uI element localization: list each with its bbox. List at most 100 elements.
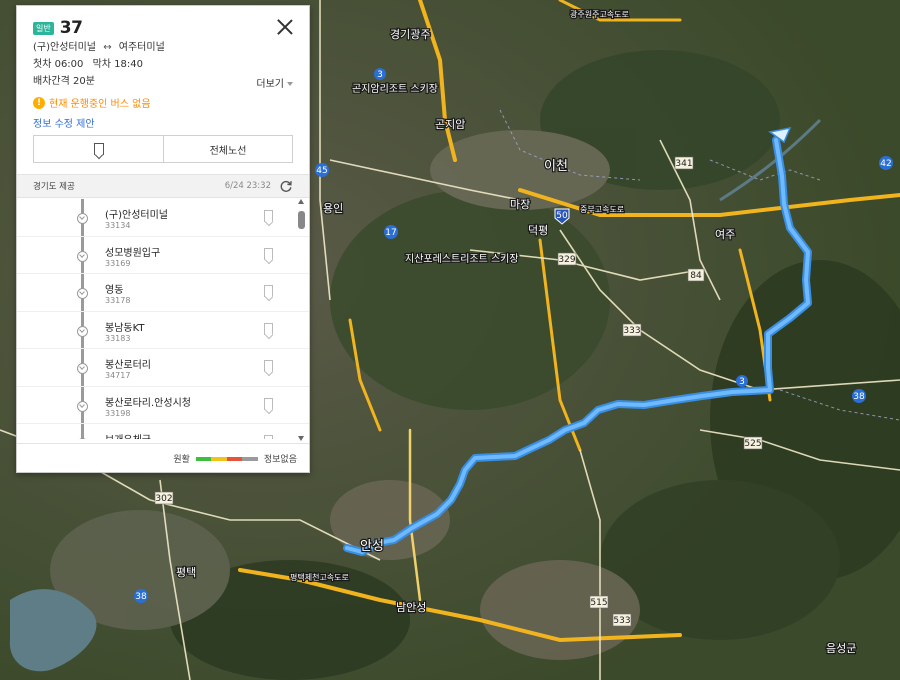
route-type-badge: 일반 <box>33 21 54 35</box>
update-time: 6/24 23:32 <box>224 181 271 191</box>
shield-84: 84 <box>690 271 702 281</box>
label-gonjiam: 곤지암 <box>435 118 465 131</box>
label-yeoju: 여주 <box>715 228 735 241</box>
shield-515: 515 <box>590 598 607 608</box>
shield-38-b: 38 <box>135 592 147 602</box>
warning-text: 현재 운행중인 버스 없음 <box>49 99 151 110</box>
shield-38-a: 38 <box>853 392 865 402</box>
label-icheon: 이천 <box>544 159 568 174</box>
shield-329: 329 <box>558 255 575 265</box>
origin-terminal: (구)안성터미널 <box>33 42 97 53</box>
stop-name: 봉남동KT <box>105 322 145 334</box>
stop-list-scrollbar[interactable] <box>298 199 305 441</box>
stop-item[interactable]: 봉산로타리.안성시청 33198 <box>17 387 309 424</box>
stop-id: 33169 <box>105 258 131 268</box>
stop-id: 33198 <box>105 408 131 418</box>
shield-3-a: 3 <box>377 70 383 80</box>
stop-bookmark-icon[interactable] <box>264 360 273 372</box>
traffic-legend: 원활 정보없음 <box>17 443 309 472</box>
first-bus-time: 첫차 06:00 <box>33 59 84 70</box>
stop-id: 33178 <box>105 296 131 305</box>
shield-533: 533 <box>613 616 630 626</box>
caret-down-icon <box>287 82 293 86</box>
shield-45: 45 <box>316 166 327 176</box>
shield-341: 341 <box>675 159 692 169</box>
bidirectional-arrow-icon: ↔ <box>103 42 112 53</box>
suggest-edit-link[interactable]: 정보 수정 제안 <box>33 115 293 130</box>
stop-name: 영동 <box>105 285 124 296</box>
last-bus-time: 막차 18:40 <box>92 59 143 70</box>
stop-bookmark-icon[interactable] <box>264 322 273 335</box>
legend-smooth-label: 원활 <box>173 455 190 465</box>
legend-swatch <box>226 456 243 461</box>
stop-item[interactable]: 봉남동KT 33183 <box>17 312 309 349</box>
label-pyeongtaek: 평택 <box>176 566 196 579</box>
stop-node-icon <box>77 363 88 374</box>
stop-node-icon <box>77 325 88 337</box>
legend-swatch <box>242 456 258 461</box>
shield-42: 42 <box>880 159 891 169</box>
stop-node-icon <box>77 250 88 262</box>
scroll-down-arrow[interactable] <box>298 436 304 441</box>
shield-3-b: 3 <box>739 377 745 387</box>
label-pyeongtaek-jecheon-exp: 평택제천고속도로 <box>290 572 349 582</box>
stop-id: 34717 <box>105 371 131 380</box>
more-button[interactable]: 더보기 <box>256 75 293 90</box>
label-eumseong: 음성군 <box>826 642 856 655</box>
stop-name: 봉산로타리.안성시청 <box>105 397 191 409</box>
warning-icon: ! <box>33 96 45 109</box>
bookmark-button[interactable] <box>34 136 164 162</box>
stop-list[interactable]: (구)안성터미널 33134 성모병원입구 33169 영동 33178 봉남동KT 3318… <box>17 199 309 439</box>
stop-name: (구)안성터미널 <box>105 210 169 221</box>
stop-item[interactable]: 보개우체국 <box>17 424 309 439</box>
stop-bookmark-icon[interactable] <box>264 247 273 260</box>
scroll-up-arrow[interactable] <box>298 199 304 204</box>
stop-bookmark-icon[interactable] <box>264 435 273 439</box>
shield-17: 17 <box>385 228 396 238</box>
stop-item[interactable]: 영동 33178 <box>17 274 309 312</box>
label-gonjiam-resort: 곤지암리조트 스키장 <box>352 83 438 95</box>
legend-swatch <box>195 456 212 461</box>
legend-color-bar <box>195 456 258 461</box>
bus-interval: 배차간격 20분 <box>33 76 95 87</box>
close-icon[interactable] <box>275 17 295 37</box>
stop-bookmark-icon[interactable] <box>264 210 273 222</box>
stop-id: 33183 <box>105 333 131 343</box>
route-terminals: (구)안성터미널 ↔ 여주터미널 <box>33 41 293 55</box>
stop-node-icon <box>77 213 88 224</box>
bookmark-icon <box>93 143 104 155</box>
provider-label: 경기도 제공 <box>33 182 75 192</box>
stop-node-icon <box>77 400 88 412</box>
stop-item[interactable]: 봉산로터리 34717 <box>17 349 309 387</box>
scroll-thumb[interactable] <box>298 211 305 229</box>
legend-noinfo-label: 정보없음 <box>263 455 297 465</box>
shield-302: 302 <box>155 494 172 504</box>
stop-id: 33134 <box>105 221 131 230</box>
stop-node-icon <box>77 288 88 299</box>
destination-terminal: 여주터미널 <box>118 42 165 53</box>
label-gwangju-wonju-exp: 광주원주고속도로 <box>570 9 629 19</box>
legend-swatch <box>211 456 227 461</box>
full-route-button[interactable]: 전체노선 <box>164 136 292 162</box>
route-header: 일반 37 (구)안성터미널 ↔ 여주터미널 첫차 06:00 막차 18:40… <box>17 6 309 178</box>
route-title-row: 일반 37 <box>33 18 293 38</box>
stop-item[interactable]: 성모병원입구 33169 <box>17 237 309 274</box>
stop-node-icon <box>77 438 88 439</box>
label-anseong: 안성 <box>360 539 384 554</box>
action-buttons: 전체노선 <box>33 135 293 163</box>
stop-item[interactable]: (구)안성터미널 33134 <box>17 199 309 237</box>
stop-bookmark-icon[interactable] <box>264 285 273 297</box>
no-bus-warning: ! 현재 운행중인 버스 없음 <box>33 95 293 110</box>
provider-bar: 경기도 제공 6/24 23:32 <box>17 174 309 198</box>
stop-name: 성모병원입구 <box>105 247 161 259</box>
shield-525: 525 <box>744 439 761 449</box>
label-jungbu-exp: 중부고속도로 <box>580 205 624 214</box>
shield-333: 333 <box>623 326 640 336</box>
stop-name: 봉산로터리 <box>105 360 151 371</box>
label-gyeonggi-gwangju: 경기광주 <box>390 28 430 41</box>
route-info-panel: 일반 37 (구)안성터미널 ↔ 여주터미널 첫차 06:00 막차 18:40… <box>16 5 310 473</box>
refresh-icon[interactable] <box>279 179 293 193</box>
label-jisan-resort: 지산포레스트리조트 스키장 <box>405 253 519 265</box>
more-label: 더보기 <box>256 79 284 90</box>
stop-bookmark-icon[interactable] <box>264 397 273 410</box>
